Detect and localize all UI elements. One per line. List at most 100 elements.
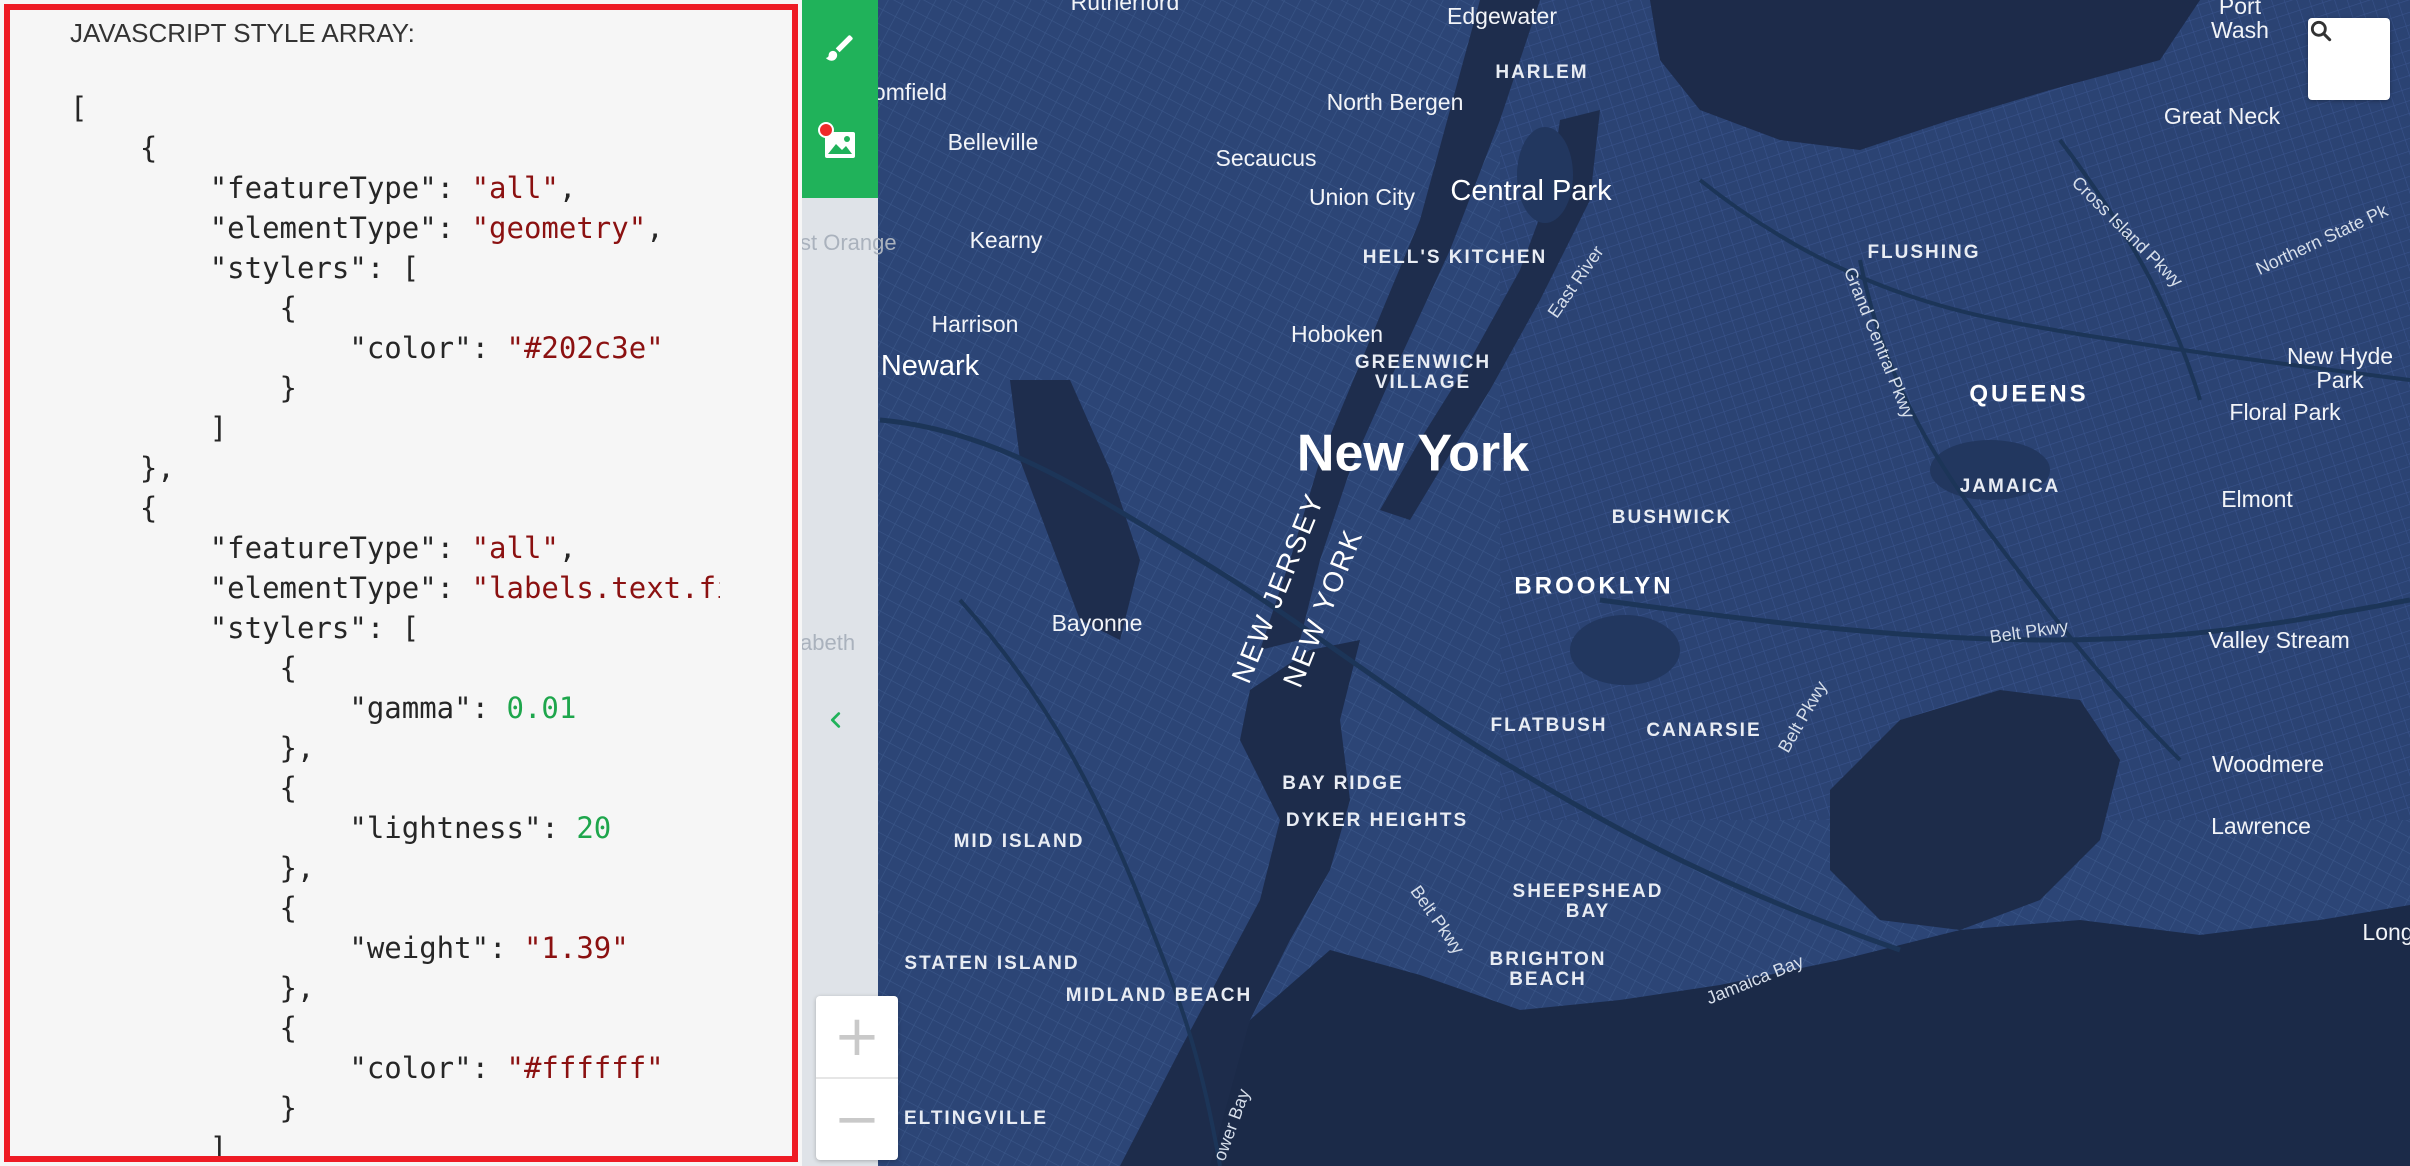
chevron-left-icon [830, 712, 841, 728]
map-label-belleville: Belleville [947, 128, 1039, 155]
code-line: "color": "#ffffff" [70, 1048, 720, 1088]
map-label-canarsie: CANARSIE [1646, 720, 1762, 742]
collapse-panel-button[interactable] [816, 700, 856, 740]
code-line: } [70, 368, 720, 408]
code-line: }, [70, 728, 720, 768]
map-label-bloomfield: omfield [872, 78, 948, 105]
code-value: "1.39" [523, 931, 629, 965]
code-line: { [70, 888, 720, 928]
code-value: "#202c3e" [506, 331, 664, 365]
code-line: "lightness": 20 [70, 808, 720, 848]
map-label-new-hyde-park: New Hyde Park [2286, 342, 2394, 393]
code-token: } [279, 371, 297, 405]
code-token: "featureType": [209, 531, 472, 565]
image-marker-button[interactable] [802, 98, 878, 190]
code-token: { [279, 891, 297, 925]
code-value: 0.01 [506, 691, 577, 725]
map-label-union-city: Union City [1308, 183, 1416, 210]
code-line: { [70, 648, 720, 688]
code-token: "stylers": [ [209, 611, 420, 645]
app-root: Rutherford Edgewater Port Wash HARLEM omfiel… [0, 0, 2410, 1166]
code-block[interactable]: [ { "featureType": "all", "elementType":… [70, 88, 720, 1166]
code-token: "weight": [349, 931, 524, 965]
zoom-out-button[interactable]: − [816, 1079, 898, 1160]
map-label-flushing: FLUSHING [1867, 242, 1981, 264]
code-value: "geometry" [471, 211, 647, 245]
map-label-eltingville: ELTINGVILLE [903, 1108, 1049, 1130]
code-line: ] [70, 408, 720, 448]
code-line: { [70, 128, 720, 168]
code-value: "all" [471, 531, 559, 565]
map-search-button[interactable] [2308, 18, 2390, 100]
code-token: ] [209, 1131, 228, 1165]
code-line: { [70, 488, 720, 528]
code-line: }, [70, 968, 720, 1008]
code-token: } [279, 1091, 297, 1125]
code-token: { [279, 771, 297, 805]
map-label-jamaica: JAMAICA [1959, 476, 2061, 498]
zoom-in-button[interactable]: + [816, 996, 898, 1077]
code-token: [ [70, 91, 88, 125]
code-line: [ [70, 88, 720, 128]
code-line: "elementType": "labels.text.fi [70, 568, 720, 608]
code-token: "stylers": [ [209, 251, 420, 285]
map-label-brooklyn: BROOKLYN [1514, 572, 1674, 600]
map-label-greenwich-village: GREENWICH VILLAGE [1354, 352, 1492, 393]
search-icon [2310, 20, 2332, 42]
ghost-text-elizabeth: abeth [800, 630, 856, 655]
map-label-woodmere: Woodmere [2211, 750, 2325, 777]
image-marker-icon [818, 122, 855, 158]
code-line: "featureType": "all", [70, 528, 720, 568]
code-token: }, [139, 451, 175, 485]
code-token: "featureType": [209, 171, 472, 205]
code-token: , [646, 211, 664, 245]
map-label-bay-ridge: BAY RIDGE [1282, 773, 1404, 795]
tool-bar [802, 0, 878, 198]
zoom-control: + − [816, 996, 898, 1160]
map-label-long-beach: Long [2362, 918, 2410, 945]
map-label-mid-island: MID ISLAND [953, 831, 1085, 853]
map-label-brighton-beach: BRIGHTON BEACH [1489, 949, 1607, 990]
code-token: "elementType": [209, 571, 472, 605]
code-value: "#ffffff" [506, 1051, 664, 1085]
style-editor-button[interactable] [802, 2, 878, 94]
map-label-hells-kitchen: HELL'S KITCHEN [1362, 247, 1548, 269]
map-label-central-park: Central Park [1450, 174, 1612, 207]
map-label-port-washington: Port Wash [2211, 0, 2269, 43]
map-label-newark: Newark [880, 349, 980, 382]
code-token: }, [279, 851, 315, 885]
map-label-staten-island: STATEN ISLAND [904, 953, 1080, 975]
code-line: "stylers": [ [70, 608, 720, 648]
code-token: { [139, 131, 158, 165]
code-token: { [279, 651, 297, 685]
map-label-elmont: Elmont [2221, 485, 2293, 512]
code-token: { [279, 1011, 297, 1045]
code-line: { [70, 1008, 720, 1048]
code-line: "featureType": "all", [70, 168, 720, 208]
map-label-lawrence: Lawrence [2211, 812, 2311, 839]
code-line: { [70, 288, 720, 328]
code-value: 20 [576, 811, 612, 845]
map-label-queens: QUEENS [1969, 380, 2089, 408]
map-label-secaucus: Secaucus [1215, 144, 1317, 171]
code-line: "color": "#202c3e" [70, 328, 720, 368]
code-token: }, [279, 731, 315, 765]
code-token: }, [279, 971, 315, 1005]
map-label-valley-stream: Valley Stream [2208, 626, 2350, 653]
map-label-edgewater: Edgewater [1447, 2, 1557, 29]
